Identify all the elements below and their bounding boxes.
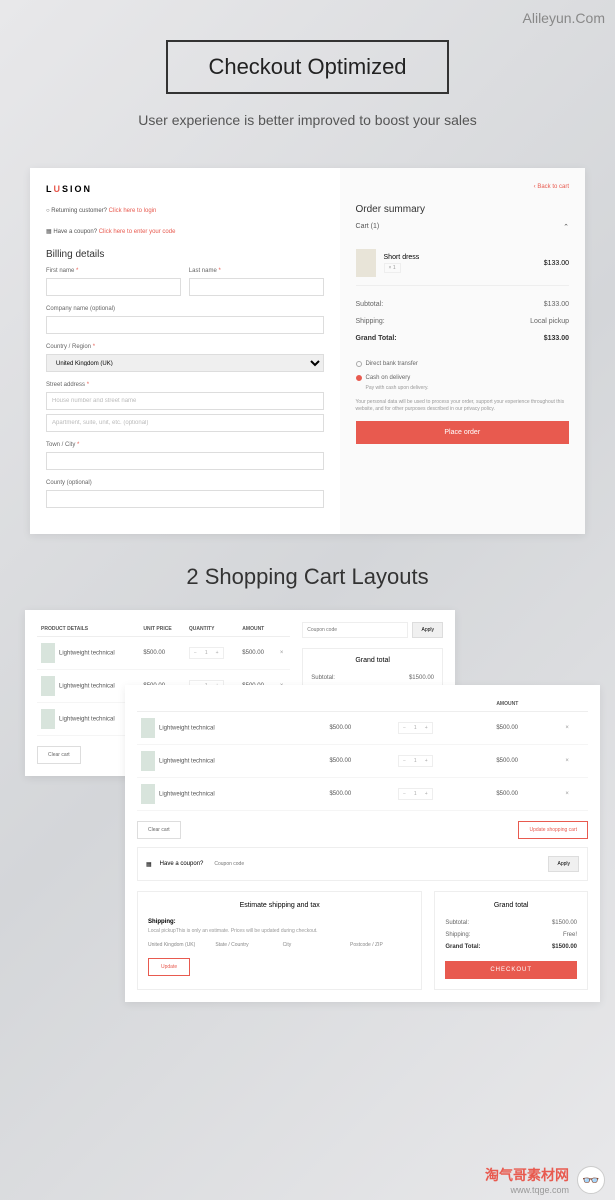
update-cart-button-b[interactable]: Update shopping cart — [518, 821, 588, 839]
quantity-stepper[interactable]: −1+ — [189, 647, 224, 659]
billing-heading: Billing details — [46, 249, 324, 260]
est-state[interactable]: State / Country — [215, 942, 276, 948]
table-row: Lightweight technical $500.00 −1+ $500.0… — [137, 712, 588, 745]
checkout-preview: LUSION ○ Returning customer? Click here … — [30, 168, 585, 534]
product-name: Short dress× 1 — [384, 254, 536, 273]
street2-input[interactable] — [46, 414, 324, 432]
payment-bank-transfer[interactable]: Direct bank transfer — [356, 357, 569, 371]
cart-layout-b: PRODUCT DETAILSAMOUNT Lightweight techni… — [125, 685, 600, 1002]
remove-icon[interactable]: × — [280, 650, 284, 656]
login-link[interactable]: Click here to login — [109, 208, 157, 214]
product-name: Lightweight technical — [59, 684, 115, 690]
cart-toggle[interactable]: Cart (1)⌃ — [356, 223, 569, 231]
country-label: Country / Region * — [46, 344, 324, 350]
product-name: Lightweight technical — [159, 792, 215, 798]
first-name-input[interactable] — [46, 278, 181, 296]
order-summary: ‹ Back to cart Order summary Cart (1)⌃ S… — [340, 168, 585, 534]
table-row: Lightweight technical $500.00 −1+ $500.0… — [137, 745, 588, 778]
first-name-label: First name * — [46, 268, 181, 274]
product-name: Lightweight technical — [59, 717, 115, 723]
town-input[interactable] — [46, 452, 324, 470]
product-thumbnail — [41, 676, 55, 696]
hero-subtitle: User experience is better improved to bo… — [20, 112, 595, 128]
checkout-form: LUSION ○ Returning customer? Click here … — [30, 168, 340, 534]
watermark-bottom: 淘气哥素材网 www.tqge.com 👓 — [485, 1165, 605, 1195]
product-thumbnail — [41, 709, 55, 729]
cart-layouts: PRODUCT DETAILSUNIT PRICEQUANTITYAMOUNT … — [25, 610, 590, 776]
est-city[interactable]: City — [283, 942, 344, 948]
company-input[interactable] — [46, 316, 324, 334]
clear-cart-button-b[interactable]: Clear cart — [137, 821, 181, 839]
privacy-text: Your personal data will be used to proce… — [356, 399, 569, 413]
apply-coupon-button[interactable]: Apply — [412, 622, 443, 638]
cart-table-b: PRODUCT DETAILSAMOUNT Lightweight techni… — [137, 697, 588, 811]
back-to-cart-link[interactable]: ‹ Back to cart — [356, 184, 569, 190]
street-label: Street address * — [46, 382, 324, 388]
hero-title: Checkout Optimized — [166, 40, 448, 94]
est-update-button[interactable]: Update — [148, 958, 190, 976]
apply-button-b[interactable]: Apply — [548, 856, 579, 872]
company-label: Company name (optional) — [46, 306, 324, 312]
checkout-button-b[interactable]: CHECKOUT — [445, 961, 577, 979]
watermark-top: Alileyun.Com — [523, 10, 605, 26]
estimate-shipping-box: Estimate shipping and tax Shipping: Loca… — [137, 891, 422, 990]
product-name: Lightweight technical — [159, 759, 215, 765]
product-thumbnail — [356, 249, 376, 277]
product-name: Lightweight technical — [59, 651, 115, 657]
country-select[interactable]: United Kingdom (UK) — [46, 354, 324, 372]
chevron-up-icon: ⌃ — [563, 223, 569, 231]
remove-icon[interactable]: × — [565, 758, 569, 764]
payment-cash[interactable]: Cash on delivery — [356, 371, 569, 385]
cart-item: Short dress× 1 $133.00 — [356, 241, 569, 286]
table-row: Lightweight technical $500.00 −1+ $500.0… — [37, 637, 290, 670]
coupon-input[interactable] — [302, 622, 408, 638]
clear-cart-button[interactable]: Clear cart — [37, 746, 81, 764]
county-input[interactable] — [46, 490, 324, 508]
product-thumbnail — [141, 718, 155, 738]
street1-input[interactable] — [46, 392, 324, 410]
summary-heading: Order summary — [356, 204, 569, 215]
glasses-icon: 👓 — [577, 1166, 605, 1194]
coupon-input-b[interactable] — [211, 858, 540, 870]
gift-icon: ▦ — [146, 861, 152, 868]
product-thumbnail — [141, 784, 155, 804]
last-name-label: Last name * — [189, 268, 324, 274]
product-thumbnail — [141, 751, 155, 771]
coupon-bar-b: ▦ Have a coupon? Apply — [137, 847, 588, 881]
product-thumbnail — [41, 643, 55, 663]
last-name-input[interactable] — [189, 278, 324, 296]
grand-total-box-b: Grand total Subtotal:$1500.00 Shipping:F… — [434, 891, 588, 990]
logo: LUSION — [46, 184, 324, 194]
place-order-button[interactable]: Place order — [356, 421, 569, 444]
est-zip[interactable]: Postcode / ZIP — [350, 942, 411, 948]
product-name: Lightweight technical — [159, 726, 215, 732]
town-label: Town / City * — [46, 442, 324, 448]
returning-customer-notice: ○ Returning customer? Click here to logi… — [46, 208, 324, 214]
quantity-stepper[interactable]: −1+ — [398, 788, 433, 800]
remove-icon[interactable]: × — [565, 791, 569, 797]
payment-note: Pay with cash upon delivery. — [356, 385, 569, 391]
product-price: $133.00 — [544, 260, 569, 267]
county-label: County (optional) — [46, 480, 324, 486]
quantity-stepper[interactable]: −1+ — [398, 755, 433, 767]
coupon-link[interactable]: Click here to enter your code — [99, 229, 176, 235]
quantity-stepper[interactable]: −1+ — [398, 722, 433, 734]
est-country[interactable]: United Kingdom (UK) — [148, 942, 209, 948]
section2-title: 2 Shopping Cart Layouts — [0, 564, 615, 590]
remove-icon[interactable]: × — [565, 725, 569, 731]
table-row: Lightweight technical $500.00 −1+ $500.0… — [137, 778, 588, 811]
coupon-notice: ▦ Have a coupon? Click here to enter you… — [46, 228, 324, 235]
